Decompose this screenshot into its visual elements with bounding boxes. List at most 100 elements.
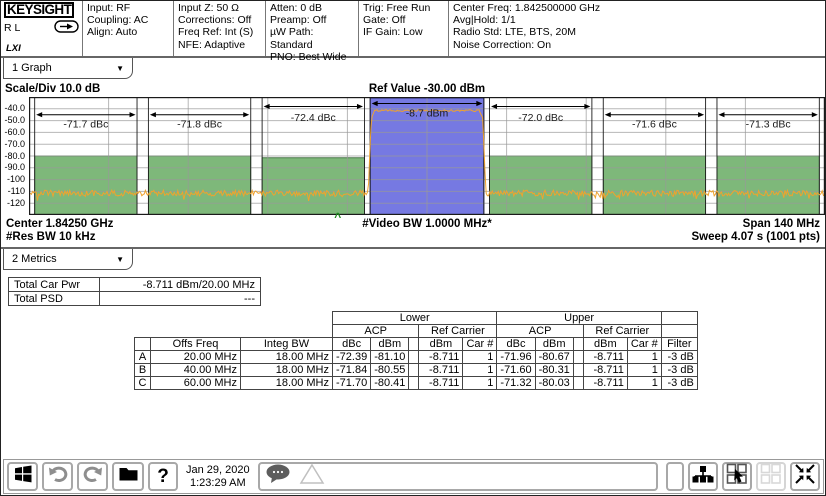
status-line: Avg|Hold: 1/1	[453, 14, 823, 26]
save-folder-button[interactable]	[112, 462, 144, 491]
row-label-header	[135, 338, 151, 351]
carrier-value-label: -8.7 dBm	[406, 107, 449, 119]
y-tick-label: -60.0	[0, 128, 25, 137]
header-col-inputz: Input Z: 50 Ω Corrections: Off Freq Ref:…	[174, 1, 266, 56]
touch-screen-icon	[726, 463, 748, 490]
lower-dbm-value: -80.41	[371, 377, 409, 390]
status-line: Gate: Off	[363, 14, 444, 26]
group-header-lower: Lower	[333, 312, 497, 325]
chevron-down-icon: ▼	[116, 255, 124, 264]
help-icon: ?	[157, 466, 169, 488]
graph-selector-dropdown[interactable]: 1 Graph ▼	[3, 58, 133, 79]
header-col-trig: Trig: Free Run Gate: Off IF Gain: Low	[359, 1, 449, 56]
acp-row-A: A 20.00 MHz 18.00 MHz -72.39 -81.10 -8.7…	[135, 351, 698, 364]
table-row: Total Car Pwr -8.711 dBm/20.00 MHz	[9, 278, 261, 292]
filter-value: -3 dB	[661, 364, 697, 377]
table-header-row: ACP Ref Carrier ACP Ref Carrier	[135, 325, 698, 338]
redo-button[interactable]	[77, 462, 108, 491]
status-line: Freq Ref: Int (S)	[178, 26, 261, 38]
spectrum-plot: -71.7 dBc-71.8 dBc-72.4 dBc-8.7 dBm-72.0…	[29, 97, 825, 215]
col-header-dbm: dBm	[535, 338, 573, 351]
sweep-annotation: Sweep 4.07 s (1001 pts)	[692, 231, 820, 243]
instrument-screen: KEYSIGHT R L LXI Input: RF Coupling: AC …	[0, 0, 826, 496]
upper-dbc-value: -71.32	[497, 377, 535, 390]
brand-cell: KEYSIGHT R L LXI	[1, 1, 83, 56]
redo-icon	[82, 464, 104, 489]
rl-indicator: R L	[4, 22, 20, 34]
upper-dbm-value: -80.31	[535, 364, 573, 377]
offset-B-upper-value-label: -71.6 dBc	[632, 119, 677, 131]
acp-row-C: C 60.00 MHz 18.00 MHz -71.70 -80.41 -8.7…	[135, 377, 698, 390]
total-car-pwr-label: Total Car Pwr	[9, 278, 100, 292]
y-tick-label: -110	[0, 187, 25, 196]
filter-value: -3 dB	[661, 351, 697, 364]
subgroup-refcarrier-lower: Ref Carrier	[419, 325, 497, 338]
fullscreen-collapse-button[interactable]	[790, 462, 820, 491]
y-tick-label: -100	[0, 175, 25, 184]
undo-button[interactable]	[42, 462, 73, 491]
lower-car-number: 1	[463, 377, 497, 390]
separator-cell	[573, 377, 583, 390]
lower-dbm-value: -81.10	[371, 351, 409, 364]
blank-button[interactable]	[666, 462, 684, 491]
date-line: Jan 29, 2020	[186, 464, 250, 477]
table-header-row: Lower Upper	[135, 312, 698, 325]
status-line: Corrections: Off	[178, 14, 261, 26]
header-col-freq: Center Freq: 1.842500000 GHz Avg|Hold: 1…	[449, 1, 826, 56]
separator-cell	[409, 351, 419, 364]
status-line: Trig: Free Run	[363, 2, 444, 14]
lower-car-number: 1	[463, 364, 497, 377]
acp-row-B: B 40.00 MHz 18.00 MHz -71.84 -80.55 -8.7…	[135, 364, 698, 377]
col-header-car: Car #	[627, 338, 661, 351]
layout-nodes-icon	[692, 465, 714, 488]
status-line: IF Gain: Low	[363, 26, 444, 38]
chevron-down-icon: ▼	[116, 64, 124, 73]
status-line: Atten: 0 dB	[270, 2, 354, 14]
status-line: µW Path: Standard	[270, 26, 354, 50]
continuous-sweep-icon	[54, 20, 79, 36]
y-tick-label: -80.0	[0, 152, 25, 161]
group-header-upper: Upper	[497, 312, 661, 325]
integ-bw-value: 18.00 MHz	[241, 351, 333, 364]
col-header-dbm: dBm	[371, 338, 409, 351]
status-line: Align: Auto	[87, 26, 169, 38]
header-col-input: Input: RF Coupling: AC Align: Auto	[83, 1, 174, 56]
span-annotation: Span 140 MHz	[743, 218, 820, 230]
help-button[interactable]: ?	[148, 462, 178, 491]
status-line: Input: RF	[87, 2, 169, 14]
lower-dbc-value: -71.70	[333, 377, 371, 390]
offset-A-upper-value-label: -72.0 dBc	[518, 112, 563, 124]
status-line: PNO: Best Wide	[270, 51, 354, 63]
status-line: Coupling: AC	[87, 14, 169, 26]
separator-cell	[409, 338, 419, 351]
col-header-car: Car #	[463, 338, 497, 351]
windows-menu-button[interactable]	[7, 462, 38, 491]
separator-cell	[573, 338, 583, 351]
metrics-selector-label: 2 Metrics	[12, 253, 57, 265]
upper-car-number: 1	[627, 377, 661, 390]
subgroup-acp-upper: ACP	[497, 325, 583, 338]
y-tick-label: -70.0	[0, 140, 25, 149]
row-label: B	[135, 364, 151, 377]
col-header-filter: Filter	[661, 338, 697, 351]
alert-triangle-icon	[299, 463, 325, 490]
status-line: NFE: Adaptive	[178, 39, 261, 51]
metrics-selector-dropdown[interactable]: 2 Metrics ▼	[3, 249, 133, 270]
row-label: A	[135, 351, 151, 364]
col-header-integ-bw: Integ BW	[241, 338, 333, 351]
video-bw-annotation: #Video BW 1.0000 MHz*	[29, 218, 825, 230]
touch-screen-button[interactable]	[722, 462, 752, 491]
keysight-logo: KEYSIGHT	[4, 2, 74, 18]
total-psd-label: Total PSD	[9, 292, 100, 306]
y-tick-label: -120	[0, 199, 25, 208]
layout-nodes-button[interactable]	[688, 462, 718, 491]
col-header-dbc: dBc	[497, 338, 535, 351]
upper-dbm-value: -80.67	[535, 351, 573, 364]
windows-icon	[13, 464, 33, 489]
message-status-bar[interactable]	[258, 462, 658, 491]
offset-A-lower-value-label: -72.4 dBc	[291, 112, 336, 124]
offset-B-lower-value-label: -71.8 dBc	[177, 119, 222, 131]
integ-bw-value: 18.00 MHz	[241, 377, 333, 390]
collapse-arrows-icon	[794, 463, 816, 490]
time-line: 1:23:29 AM	[186, 477, 250, 490]
